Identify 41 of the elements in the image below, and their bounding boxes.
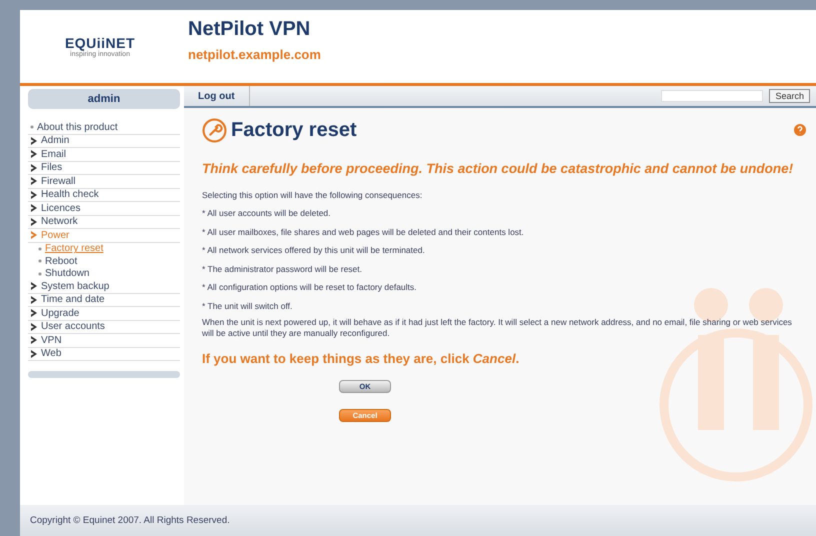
nav-item[interactable]: Files — [28, 162, 180, 175]
consequence-item: * The administrator password will be reset. — [202, 264, 363, 274]
nav-item[interactable]: Email — [28, 148, 180, 162]
logout-tab[interactable]: Log out — [184, 86, 250, 106]
consequence-item: * The unit will switch off. — [202, 300, 294, 311]
nav-item[interactable]: Time and date — [28, 294, 180, 307]
dot-icon — [38, 246, 42, 251]
consequence-item: * All user mailboxes, file shares and web pages will be deleted and their contents lost. — [202, 226, 525, 237]
consequence-item: * All configuration options will be reset to factory defaults. — [202, 282, 418, 292]
dot-icon — [38, 272, 42, 276]
intro-text: Selecting this option will have the following consequences: — [202, 190, 424, 200]
search-field[interactable] — [661, 90, 764, 102]
copyright-text: Copyright © Equinet 2007. All Rights Reserved. — [30, 515, 230, 526]
nav-item[interactable]: System backup — [28, 280, 180, 294]
consequence-item: * All network services offered by this unit will be terminated. — [202, 245, 426, 256]
company-logo: EQUiiNET — [64, 35, 136, 51]
dot-icon — [30, 125, 34, 130]
nav-item[interactable]: Upgrade — [28, 307, 180, 320]
nav-item[interactable]: Admin — [28, 134, 180, 148]
nav-item[interactable]: Reboot — [28, 255, 180, 268]
cancel-prompt: If you want to keep things as they are, click Cancel. — [202, 351, 520, 366]
nav-item[interactable]: Network — [28, 216, 180, 229]
dot-icon — [38, 259, 42, 264]
nav-item[interactable]: Web — [28, 348, 180, 361]
user-panel: admin — [28, 89, 180, 109]
nav-item[interactable]: VPN — [28, 334, 180, 348]
product-title: NetPilot VPN — [188, 18, 312, 41]
consequence-item: * All user accounts will be deleted. — [202, 208, 332, 218]
nav-item[interactable]: Firewall — [28, 175, 180, 188]
hostname: netpilot.example.com — [188, 47, 321, 62]
outro-text: When the unit is next powered up, it will behave as if it had just left the factory. It will select a new network address, and no email, file sharing or web services will be active until they are manually reconfigured. — [202, 317, 793, 340]
nav-item[interactable]: Health check — [28, 188, 180, 202]
nav-item[interactable]: About this product — [28, 121, 180, 134]
help-icon[interactable] — [794, 124, 806, 136]
nav-item[interactable]: User accounts — [28, 320, 180, 334]
wrench-icon — [202, 118, 227, 143]
page-title: Factory reset — [231, 119, 357, 142]
warning-text: Think carefully before proceeding. This action could be catastrophic and cannot be undone! — [202, 161, 794, 178]
nav-item[interactable]: Licences — [28, 202, 180, 216]
nav-item[interactable]: Shutdown — [28, 268, 180, 280]
search-button[interactable]: Search — [769, 89, 810, 103]
